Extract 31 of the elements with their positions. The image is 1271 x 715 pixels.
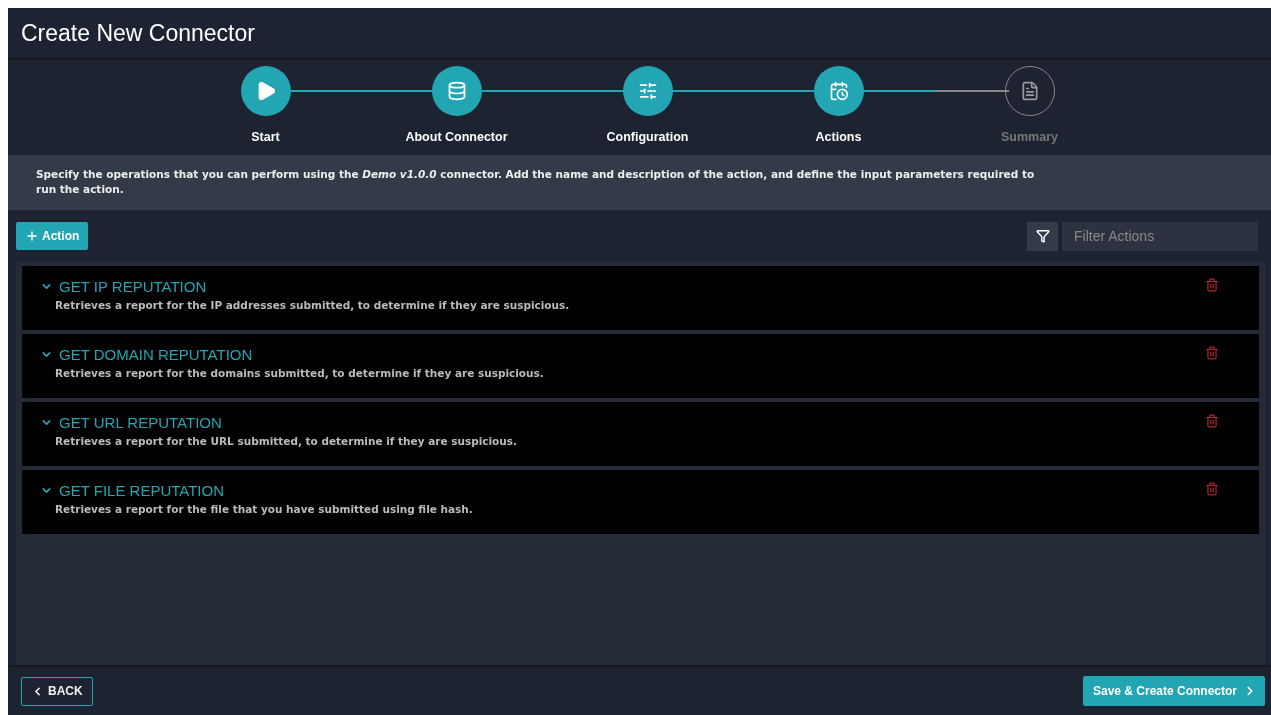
step-label: Start [251, 130, 280, 144]
step-circle[interactable] [622, 66, 673, 116]
delete-icon[interactable] [1205, 346, 1219, 362]
delete-icon[interactable] [1205, 414, 1219, 430]
filter-button[interactable] [1027, 221, 1058, 251]
action-title[interactable]: GET FILE REPUTATION [40, 482, 225, 499]
action-title[interactable]: GET DOMAIN REPUTATION [40, 346, 253, 363]
action-description: Retrieves a report for the domains submitted, to determine if they are suspicious. [55, 367, 544, 379]
action-title[interactable]: GET URL REPUTATION [40, 414, 222, 431]
filter-icon [1035, 229, 1050, 243]
step-label: Summary [1001, 130, 1058, 144]
sliders-icon [637, 81, 658, 101]
action-title[interactable]: GET IP REPUTATION [40, 278, 207, 295]
delete-icon[interactable] [1205, 278, 1219, 294]
plus-icon [25, 229, 39, 243]
database-icon [446, 81, 467, 101]
action-description: Retrieves a report for the IP addresses submitted, to determine if they are suspicious. [55, 299, 570, 311]
action-description: Retrieves a report for the file that you have submitted using file hash. [55, 503, 473, 515]
calendar-clock-icon [828, 81, 849, 101]
filter-field[interactable]: Filter Actions [1062, 221, 1258, 251]
step-label: Actions [815, 130, 862, 144]
step-circle[interactable] [240, 66, 291, 116]
back-button[interactable]: BACK [21, 676, 93, 706]
info-text: Specify the operations that you can perform using the Demo v1.0.0 connector. Add the name and description of the action, and define the input parameters required to run the action. [36, 167, 1036, 198]
step-circle[interactable] [813, 66, 864, 116]
delete-icon[interactable] [1205, 482, 1219, 498]
window-title: Create New Connector [21, 19, 255, 47]
step-label: Configuration [606, 130, 689, 144]
step-circle[interactable] [431, 66, 482, 116]
step-label: About Connector [405, 130, 508, 144]
action-description: Retrieves a report for the URL submitted, to determine if they are suspicious. [55, 435, 518, 447]
